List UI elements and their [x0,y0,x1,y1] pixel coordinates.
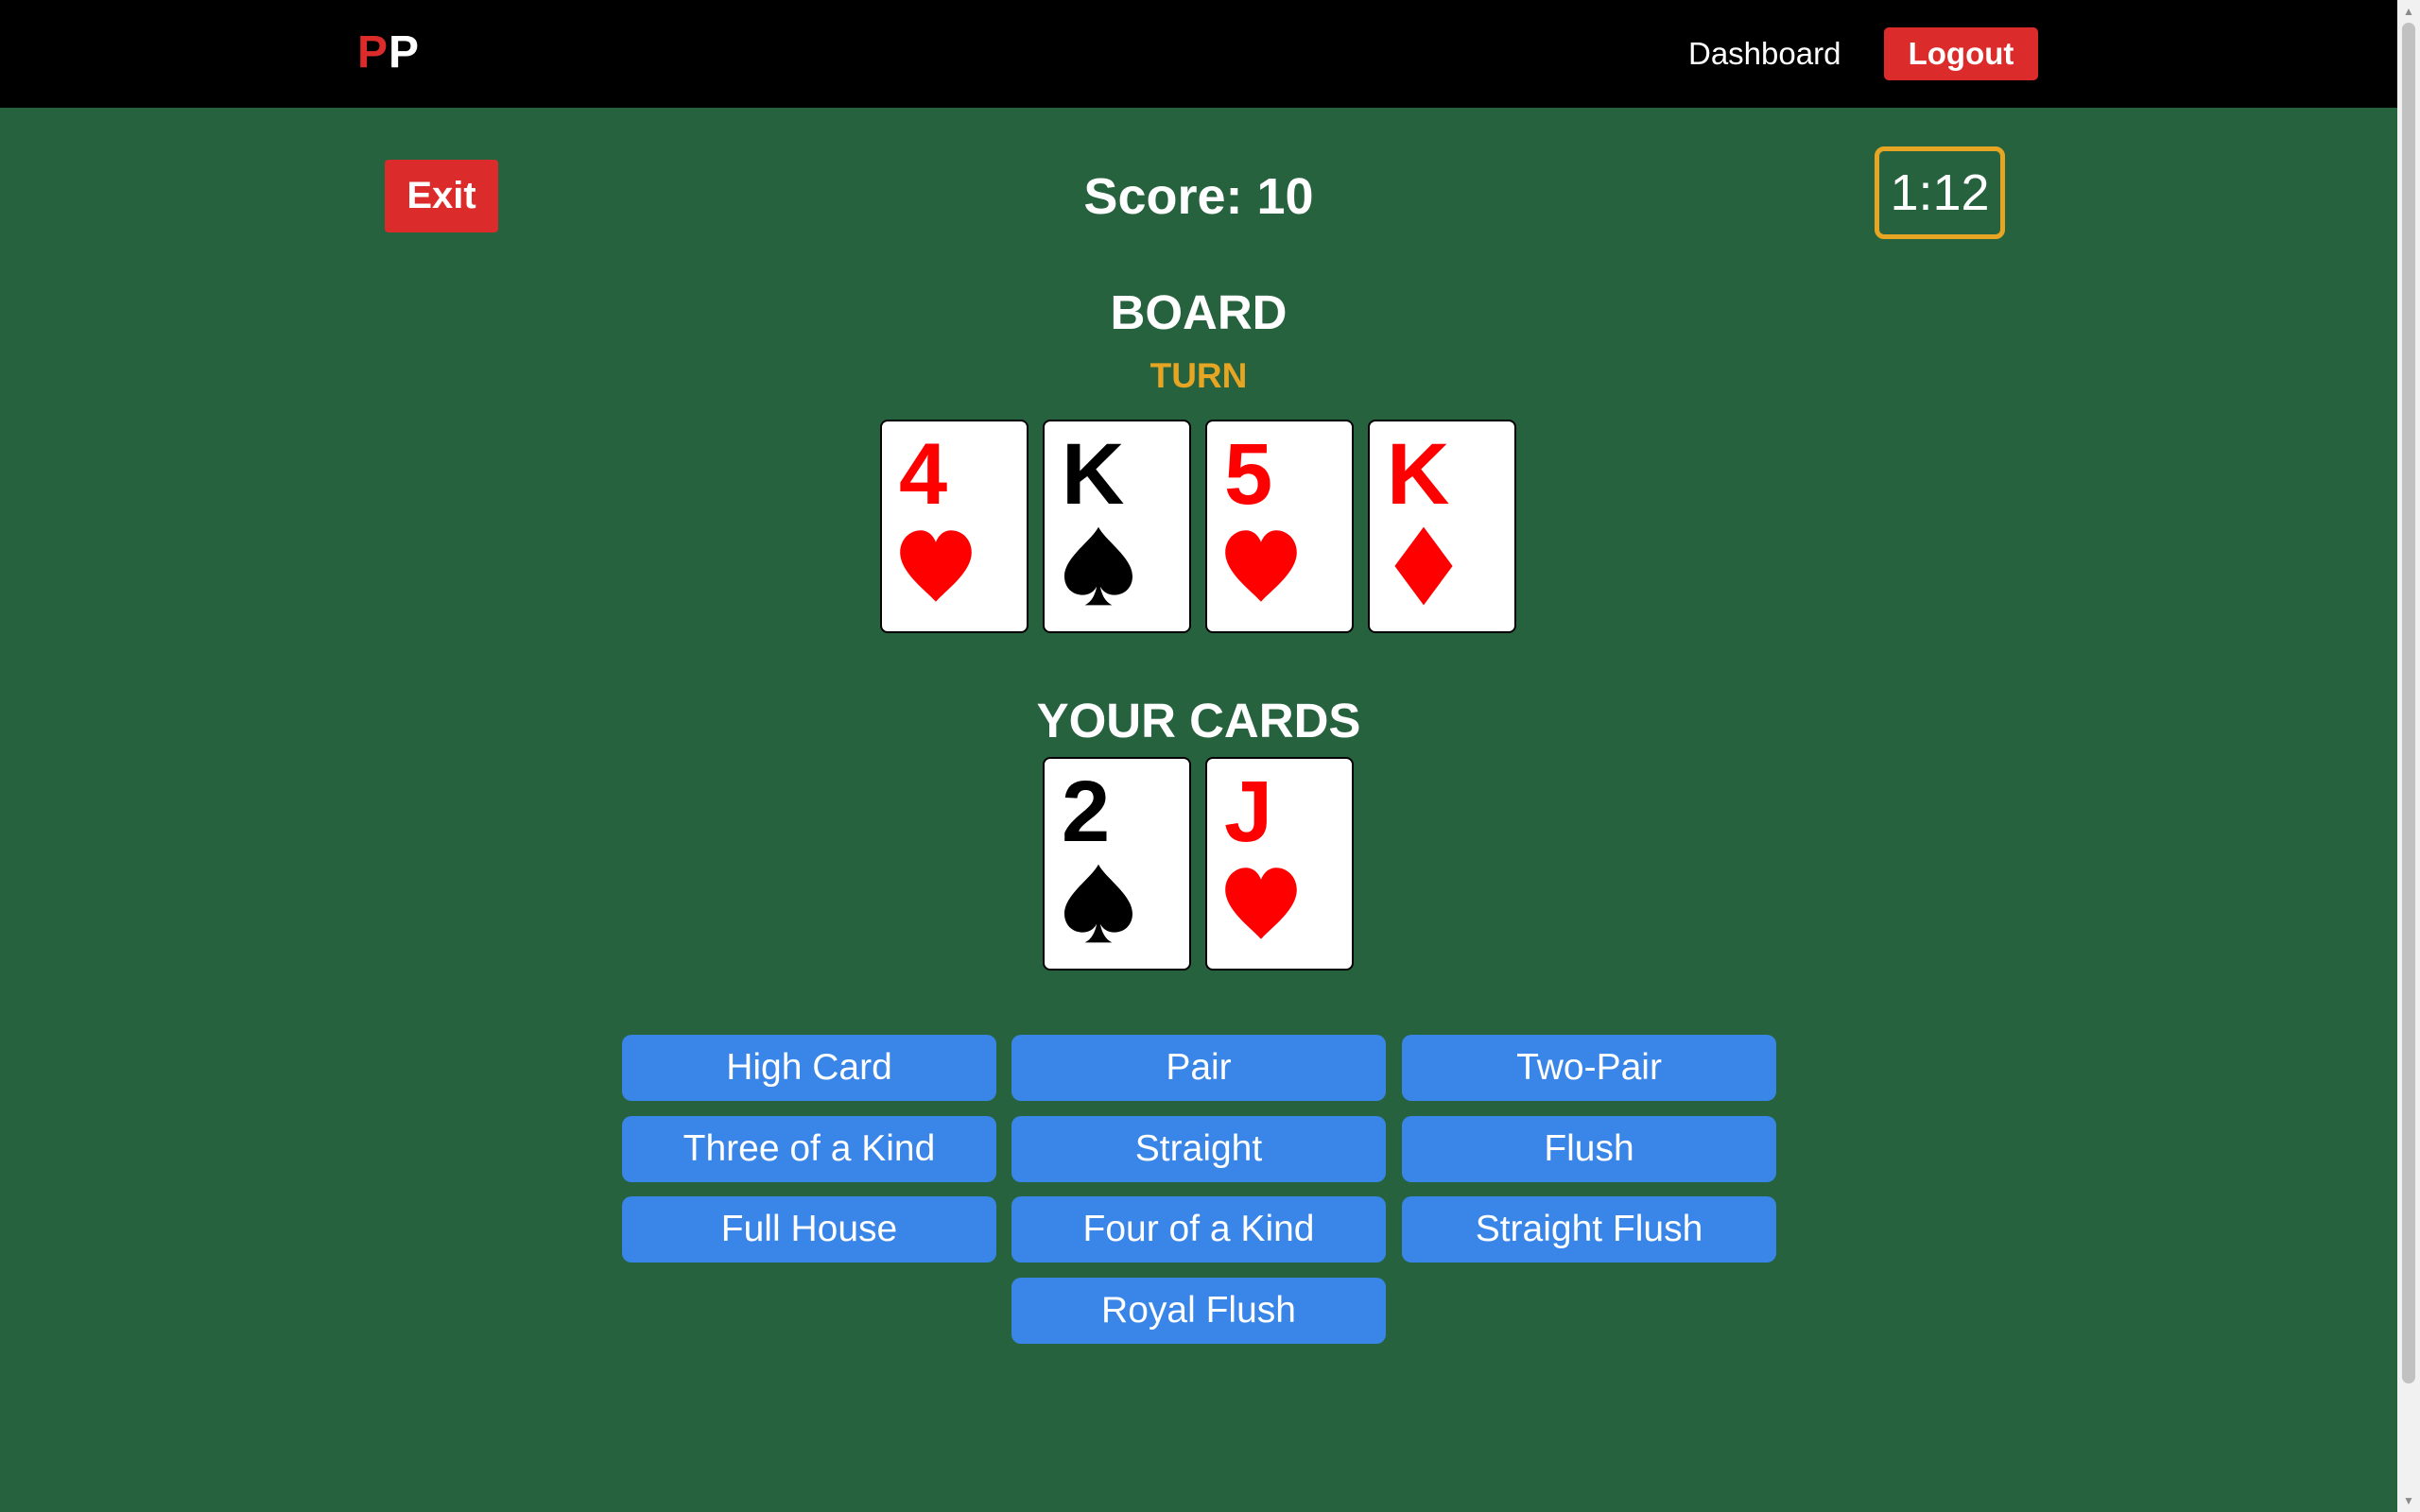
diamond-icon [1394,526,1453,606]
heart-icon [1225,868,1297,939]
card-rank: J [1224,764,1273,860]
heart-icon [900,530,972,602]
card-rank: 5 [1224,426,1273,523]
playing-card: J [1205,757,1354,971]
spade-icon [1064,864,1132,943]
playing-card: 4 [880,420,1028,633]
scroll-down-icon[interactable]: ▼ [2397,1489,2420,1512]
hand-option-high-card-button[interactable]: High Card [622,1035,996,1101]
card-rank: 4 [899,426,948,523]
scroll-thumb[interactable] [2402,23,2415,1383]
hand-option-full-house-button[interactable]: Full House [622,1196,996,1263]
card-rank: K [1062,426,1125,523]
hand-option-straight-button[interactable]: Straight [1011,1116,1386,1182]
playing-card: 2 [1043,757,1191,971]
playing-card: K [1043,420,1191,633]
scrollbar[interactable]: ▲ ▼ [2397,0,2420,1512]
hand-option-three-of-a-kind-button[interactable]: Three of a Kind [622,1116,996,1182]
your-cards-title: YOUR CARDS [1036,694,1361,747]
scroll-up-icon[interactable]: ▲ [2397,0,2420,23]
stage-label: TURN [1150,356,1248,395]
card-rank: K [1387,426,1450,523]
exit-button[interactable]: Exit [385,160,498,232]
playing-card: K [1368,420,1516,633]
heart-icon [1225,530,1297,602]
hand-option-flush-button[interactable]: Flush [1402,1116,1776,1182]
score-display: Score: 10 [1083,168,1314,225]
hand-option-royal-flush-button[interactable]: Royal Flush [1011,1278,1386,1344]
hand-option-two-pair-button[interactable]: Two-Pair [1402,1035,1776,1101]
hand-option-pair-button[interactable]: Pair [1011,1035,1386,1101]
card-rank: 2 [1062,764,1111,860]
brand-letter-first: P [357,27,389,77]
navbar: PP Dashboard Logout [0,0,2397,108]
hand-option-straight-flush-button[interactable]: Straight Flush [1402,1196,1776,1263]
playing-card: 5 [1205,420,1354,633]
spade-icon [1064,526,1132,606]
board-title: BOARD [1110,285,1288,339]
logout-button[interactable]: Logout [1884,27,2038,80]
dashboard-link[interactable]: Dashboard [1688,34,1841,74]
brand-logo[interactable]: PP [357,26,420,79]
timer-display: 1:12 [1875,146,2005,239]
hand-option-four-of-a-kind-button[interactable]: Four of a Kind [1011,1196,1386,1263]
brand-letter-second: P [389,27,421,77]
